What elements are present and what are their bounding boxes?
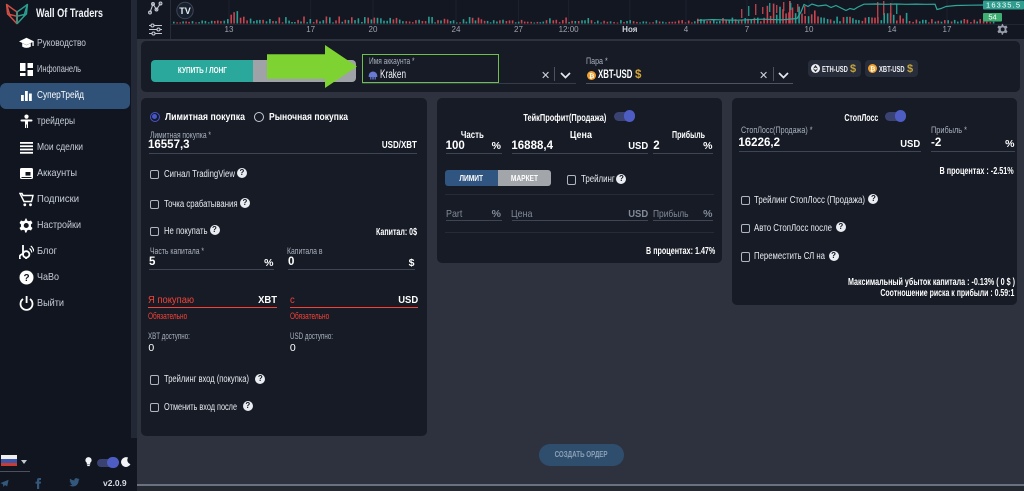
svg-text:7: 7 — [745, 25, 750, 34]
svg-text:10: 10 — [805, 25, 814, 34]
svg-text:14: 14 — [888, 25, 897, 34]
svg-text:24: 24 — [452, 25, 461, 34]
svg-text:Ноя: Ноя — [622, 25, 638, 34]
svg-text:12:00: 12:00 — [559, 25, 580, 34]
svg-text:27: 27 — [514, 25, 523, 34]
svg-text:17: 17 — [943, 25, 952, 34]
svg-text:17: 17 — [306, 25, 315, 34]
svg-text:TV: TV — [179, 6, 191, 16]
svg-text:₿: ₿ — [589, 72, 594, 80]
svg-text:20: 20 — [369, 25, 378, 34]
svg-text:4: 4 — [684, 25, 689, 34]
svg-text:₿: ₿ — [870, 65, 875, 73]
svg-text:16335.5: 16335.5 — [986, 1, 1020, 10]
svg-text:13: 13 — [225, 25, 234, 34]
svg-text:?: ? — [23, 273, 29, 284]
svg-text:54: 54 — [988, 13, 996, 22]
